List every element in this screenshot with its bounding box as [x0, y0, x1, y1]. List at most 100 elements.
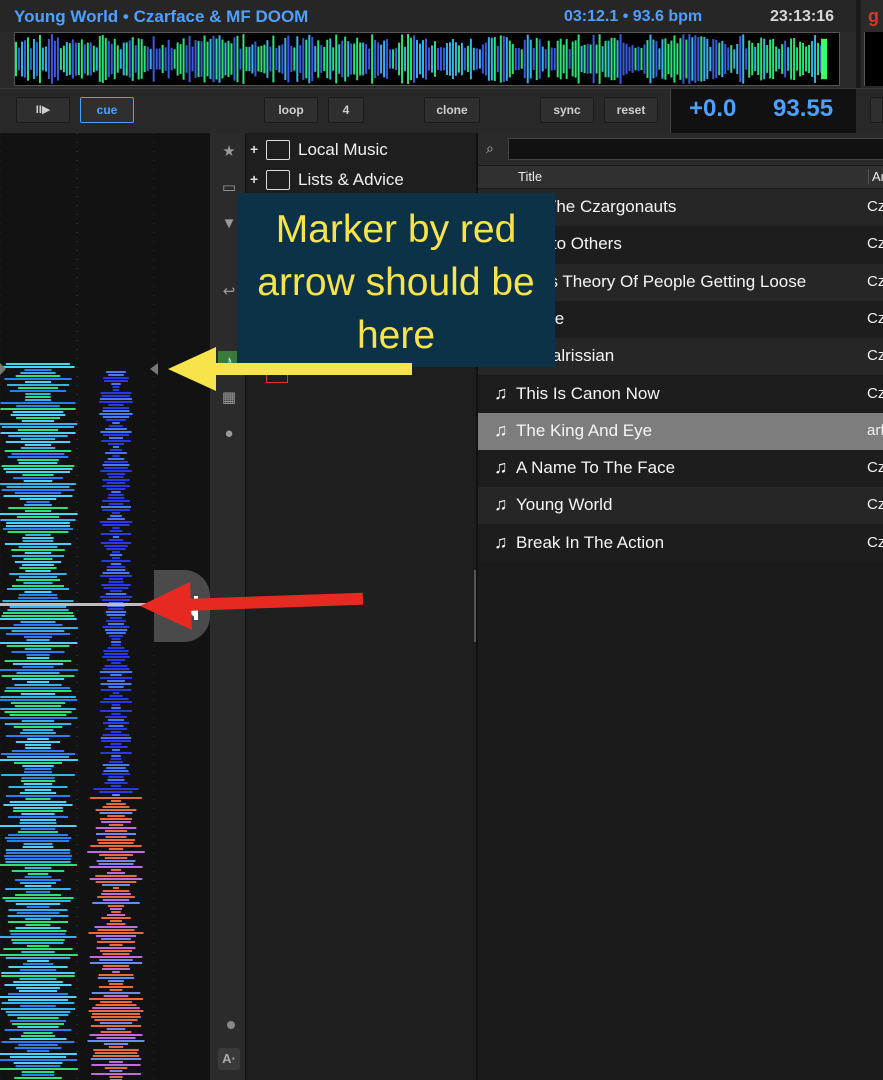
deck-a-wave-bar [22, 474, 54, 476]
deck-b-wave-bar [106, 923, 126, 925]
deck-b-wave-bar [99, 521, 133, 523]
music-note-icon: ♫ [494, 382, 508, 403]
cue-button[interactable]: cue [80, 97, 134, 123]
deck-a-wave-bar [6, 525, 70, 527]
overview-wave-bar [194, 40, 197, 78]
tree-item-lists-advice[interactable]: + Lists & Advice [246, 165, 476, 195]
sync-button[interactable]: sync [540, 97, 594, 123]
deck-a-wave-bar [17, 1026, 59, 1028]
overview-wave-bar [628, 46, 631, 72]
overview-wave-bar [119, 49, 122, 69]
overview-wave-bar [649, 34, 652, 84]
deck-b-wave-bar [109, 617, 123, 619]
overview-wave-bar [634, 47, 637, 71]
loop-size-button[interactable]: 4 [328, 97, 364, 123]
deck-b-wave-bar [102, 656, 130, 658]
expand-plus-icon[interactable]: + [250, 171, 258, 187]
font-size-button[interactable]: A· [218, 1048, 240, 1070]
overview-wave-bar [284, 37, 287, 81]
deck2-button[interactable] [870, 97, 883, 123]
deck-b-wave-bar [104, 665, 128, 667]
pitch-display[interactable]: +0.0 93.55 [670, 89, 856, 133]
deck-a-wave-bar [3, 804, 73, 806]
deck-a-wave-bar [7, 1014, 69, 1016]
overview-wave-bar [493, 37, 496, 81]
tree-item-local-music[interactable]: + Local Music [246, 135, 476, 165]
reset-button[interactable]: reset [604, 97, 658, 123]
deck-b-wave-bar [102, 668, 130, 670]
film-icon[interactable]: ▦ [218, 387, 240, 409]
deck-a-wave-bar [26, 657, 50, 659]
play-pause-button[interactable]: II▶ [16, 97, 70, 123]
deck-a-wave-bar [0, 483, 76, 485]
microphone-icon[interactable]: ● [218, 423, 240, 445]
deck-a-wave-bar [18, 990, 58, 992]
deck-a-wave-bar [22, 564, 54, 566]
overview-wave-bar [374, 39, 377, 79]
deck-b-wave-bar [100, 575, 132, 577]
deck-a-wave-bar [1, 615, 75, 617]
deck-a-wave-bar [6, 840, 70, 842]
deck-a-wave-bar [7, 816, 69, 818]
pitch-offset: +0.0 [689, 95, 737, 122]
star-icon[interactable]: ★ [218, 141, 240, 163]
deck-a-wave-bar [20, 447, 56, 449]
deck-a-wave-bar [8, 999, 68, 1001]
track-artist-cell: Cz [867, 459, 883, 477]
track-row[interactable]: ♫ This Is Canon Now Cz [478, 375, 883, 413]
deck-b-wave-bar [106, 803, 126, 805]
overview-wave-bar [613, 37, 616, 81]
overview-wave-bar [77, 43, 80, 75]
deck-a-wave-bar [25, 747, 51, 749]
overview-wave-bar [805, 46, 808, 72]
track-row[interactable]: ♫ Break In The Action Cz [478, 524, 883, 562]
deck-b-wave-bar [99, 959, 133, 961]
clock: 23:13:16 [770, 8, 835, 25]
overview-wave-bar [763, 38, 766, 80]
overview-wave-bar [703, 37, 706, 81]
deck-b-wave-bar [100, 398, 132, 400]
deck-b-wave-bar [100, 431, 132, 433]
column-title[interactable]: Title [518, 169, 542, 184]
deck-b-wave-bar [100, 701, 132, 703]
overview-wave-bar [182, 38, 185, 80]
deck-a-wave-bar [18, 1044, 58, 1046]
search-input[interactable] [508, 138, 883, 160]
red-folder-icon[interactable] [266, 365, 288, 383]
deck-a-wave-bar [25, 396, 51, 398]
overview-wave-bar [416, 39, 419, 79]
track-artist-cell: Cza [867, 309, 883, 327]
track-row[interactable]: ♫ Young World Cz [478, 487, 883, 525]
deck-b-wave-bar [109, 944, 123, 946]
overview-wave-bar [116, 45, 119, 73]
deck-b-wave-bar [110, 758, 122, 760]
track-row[interactable]: ♫ The King And Eye arfa [478, 412, 883, 450]
deck-b-wave-bar [108, 578, 124, 580]
deck-a-wave-bar [27, 873, 49, 875]
overview-wave-bar [463, 47, 466, 71]
deck-b-wave-bar [87, 1040, 145, 1042]
overview-wave-bar [104, 37, 107, 81]
side-panel-handle[interactable] [154, 570, 210, 642]
track-row[interactable]: ♫ A Name To The Face Cz [478, 450, 883, 488]
deck-b-wave-bar [100, 1031, 132, 1033]
deck-b-wave-bar [101, 917, 131, 919]
loop-button[interactable]: loop [264, 97, 318, 123]
deck-a-wave-bar [0, 1059, 77, 1061]
deck2-overview-waveform[interactable] [864, 32, 883, 86]
overview-waveform[interactable] [14, 32, 840, 86]
clone-button[interactable]: clone [424, 97, 480, 123]
overview-wave-bar [86, 42, 89, 76]
deck-b-wave-bar [104, 653, 128, 655]
overview-wave-bar [383, 40, 386, 78]
record-dot-icon[interactable] [227, 1021, 235, 1029]
deck-b-wave-bar [107, 815, 125, 817]
deck-b-wave-bar [91, 992, 141, 994]
overview-wave-bar [793, 38, 796, 80]
overview-wave-bar [442, 47, 445, 71]
overview-wave-bar [682, 34, 685, 84]
expand-plus-icon[interactable]: + [250, 141, 258, 157]
deck-b-wave-bar [109, 989, 123, 991]
deck-b-wave-bar [97, 896, 135, 898]
column-artist[interactable]: Ar [868, 169, 883, 184]
